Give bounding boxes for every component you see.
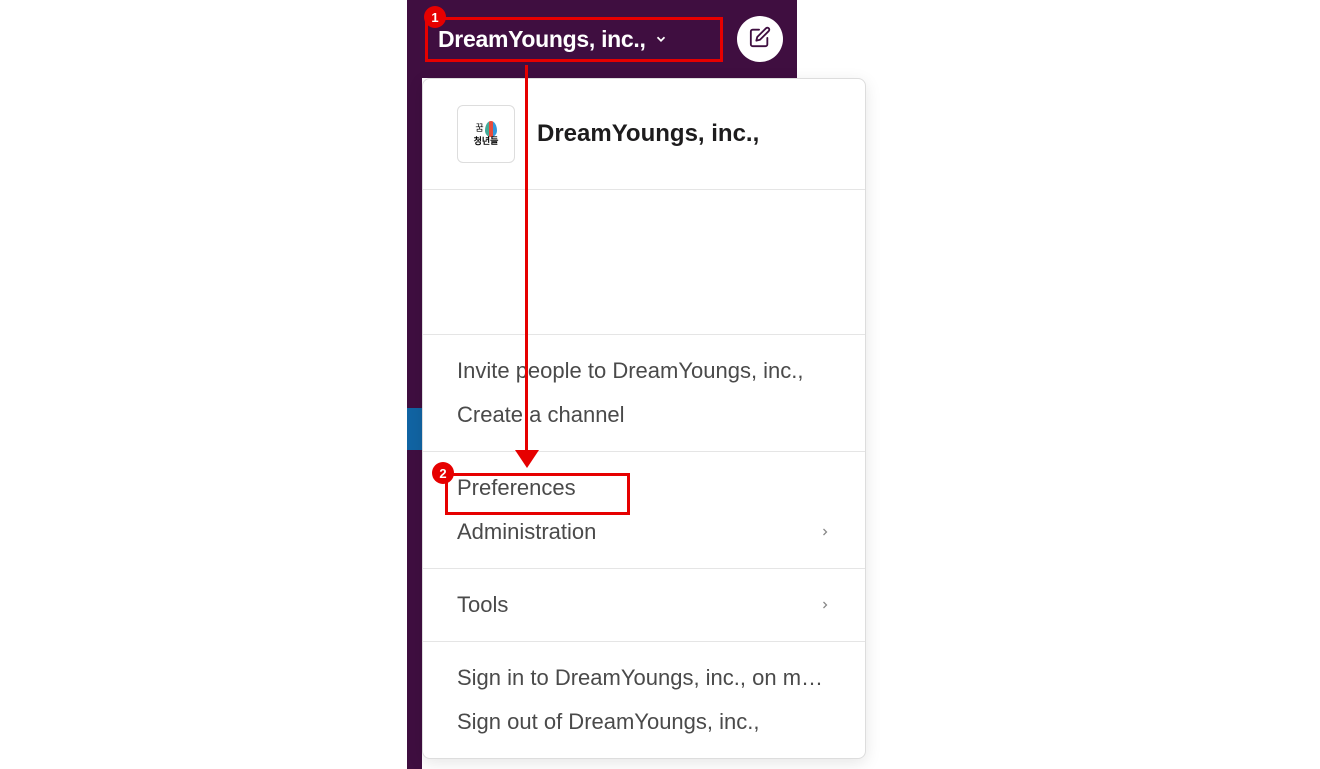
sidebar-active-indicator xyxy=(407,408,422,450)
balloon-icon xyxy=(485,121,497,137)
workspace-header: DreamYoungs, inc., xyxy=(407,0,797,78)
menu-item-administration[interactable]: Administration xyxy=(423,510,865,554)
compose-icon xyxy=(749,26,771,53)
menu-header: 꿈 청년들 DreamYoungs, inc., xyxy=(423,79,865,190)
menu-item-sign-out[interactable]: Sign out of DreamYoungs, inc., xyxy=(423,700,865,744)
menu-section-tools: Tools xyxy=(423,569,865,642)
workspace-switcher-button[interactable]: DreamYoungs, inc., xyxy=(425,17,723,62)
menu-spacer xyxy=(423,190,865,335)
menu-section-settings: Preferences Administration xyxy=(423,452,865,569)
annotation-arrow-head xyxy=(515,450,539,468)
annotation-badge-1: 1 xyxy=(424,6,446,28)
menu-item-preferences[interactable]: Preferences xyxy=(423,466,865,510)
menu-section-invite: Invite people to DreamYoungs, inc., Crea… xyxy=(423,335,865,452)
menu-item-create-channel[interactable]: Create a channel xyxy=(423,393,865,437)
workspace-name: DreamYoungs, inc., xyxy=(438,26,646,53)
menu-item-label: Tools xyxy=(457,592,508,618)
compose-button[interactable] xyxy=(737,16,783,62)
menu-item-label: Invite people to DreamYoungs, inc., xyxy=(457,358,804,384)
chevron-right-icon xyxy=(819,597,831,613)
menu-item-tools[interactable]: Tools xyxy=(423,583,865,627)
annotation-arrow-line xyxy=(525,65,528,455)
chevron-right-icon xyxy=(819,524,831,540)
menu-item-label: Sign in to DreamYoungs, inc., on mo… xyxy=(457,665,831,691)
menu-item-sign-in-mobile[interactable]: Sign in to DreamYoungs, inc., on mo… xyxy=(423,656,865,700)
logo-text-bottom: 청년들 xyxy=(474,137,499,147)
menu-item-label: Preferences xyxy=(457,475,576,501)
menu-workspace-title: DreamYoungs, inc., xyxy=(537,120,759,148)
workspace-dropdown-menu: 꿈 청년들 DreamYoungs, inc., Invite people t… xyxy=(422,78,866,759)
logo-text-top: 꿈 xyxy=(475,124,483,134)
menu-item-label: Create a channel xyxy=(457,402,625,428)
chevron-down-icon xyxy=(654,32,668,46)
annotation-badge-2: 2 xyxy=(432,462,454,484)
menu-item-invite-people[interactable]: Invite people to DreamYoungs, inc., xyxy=(423,349,865,393)
menu-item-label: Sign out of DreamYoungs, inc., xyxy=(457,709,759,735)
sidebar-background xyxy=(407,0,422,769)
workspace-logo: 꿈 청년들 xyxy=(457,105,515,163)
menu-item-label: Administration xyxy=(457,519,596,545)
menu-section-sign: Sign in to DreamYoungs, inc., on mo… Sig… xyxy=(423,642,865,758)
